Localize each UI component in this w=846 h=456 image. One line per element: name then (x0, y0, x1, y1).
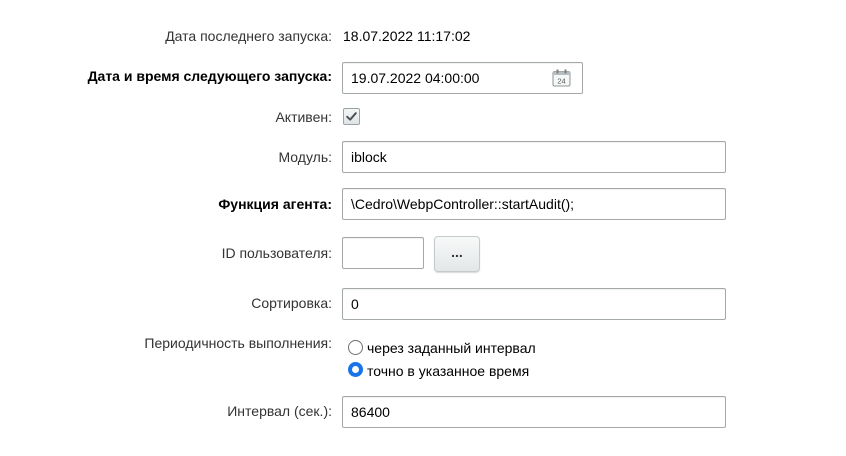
next-run-label: Дата и время следующего запуска: (87, 68, 332, 84)
user-id-input[interactable] (342, 237, 424, 269)
next-run-datetime-value: 19.07.2022 04:00:00 (351, 70, 480, 86)
interval-input[interactable]: 86400 (342, 396, 726, 428)
sort-input-value: 0 (351, 296, 359, 312)
interval-label: Интервал (сек.): (227, 403, 332, 419)
interval-input-value: 86400 (351, 404, 390, 420)
periodicity-radio-exact-time[interactable] (348, 362, 363, 377)
periodicity-option-interval-label[interactable]: через заданный интервал (367, 340, 536, 356)
agent-function-input-value: \Cedro\WebpController::startAudit(); (351, 196, 575, 212)
module-label: Модуль: (278, 149, 332, 165)
module-input[interactable]: iblock (342, 141, 726, 173)
last-run-label: Дата последнего запуска: (165, 28, 332, 44)
sort-input[interactable]: 0 (342, 288, 726, 320)
user-select-button[interactable]: ... (434, 236, 480, 272)
module-input-value: iblock (351, 149, 387, 165)
active-checkbox[interactable] (343, 108, 360, 125)
sort-label: Сортировка: (251, 295, 332, 311)
agent-function-label: Функция агента: (218, 196, 332, 212)
agent-function-input[interactable]: \Cedro\WebpController::startAudit(); (342, 188, 726, 220)
active-label: Активен: (275, 109, 332, 125)
periodicity-option-exact-time-label[interactable]: точно в указанное время (367, 363, 529, 379)
last-run-value: 18.07.2022 11:17:02 (343, 28, 471, 44)
checkmark-icon (346, 112, 357, 121)
user-id-label: ID пользователя: (221, 245, 332, 261)
periodicity-label: Периодичность выполнения: (144, 335, 332, 351)
periodicity-radio-interval[interactable] (348, 340, 363, 355)
next-run-datetime-field[interactable]: 19.07.2022 04:00:00 24 (342, 62, 583, 94)
calendar-icon[interactable]: 24 (552, 69, 571, 87)
calendar-day-number: 24 (557, 77, 565, 86)
